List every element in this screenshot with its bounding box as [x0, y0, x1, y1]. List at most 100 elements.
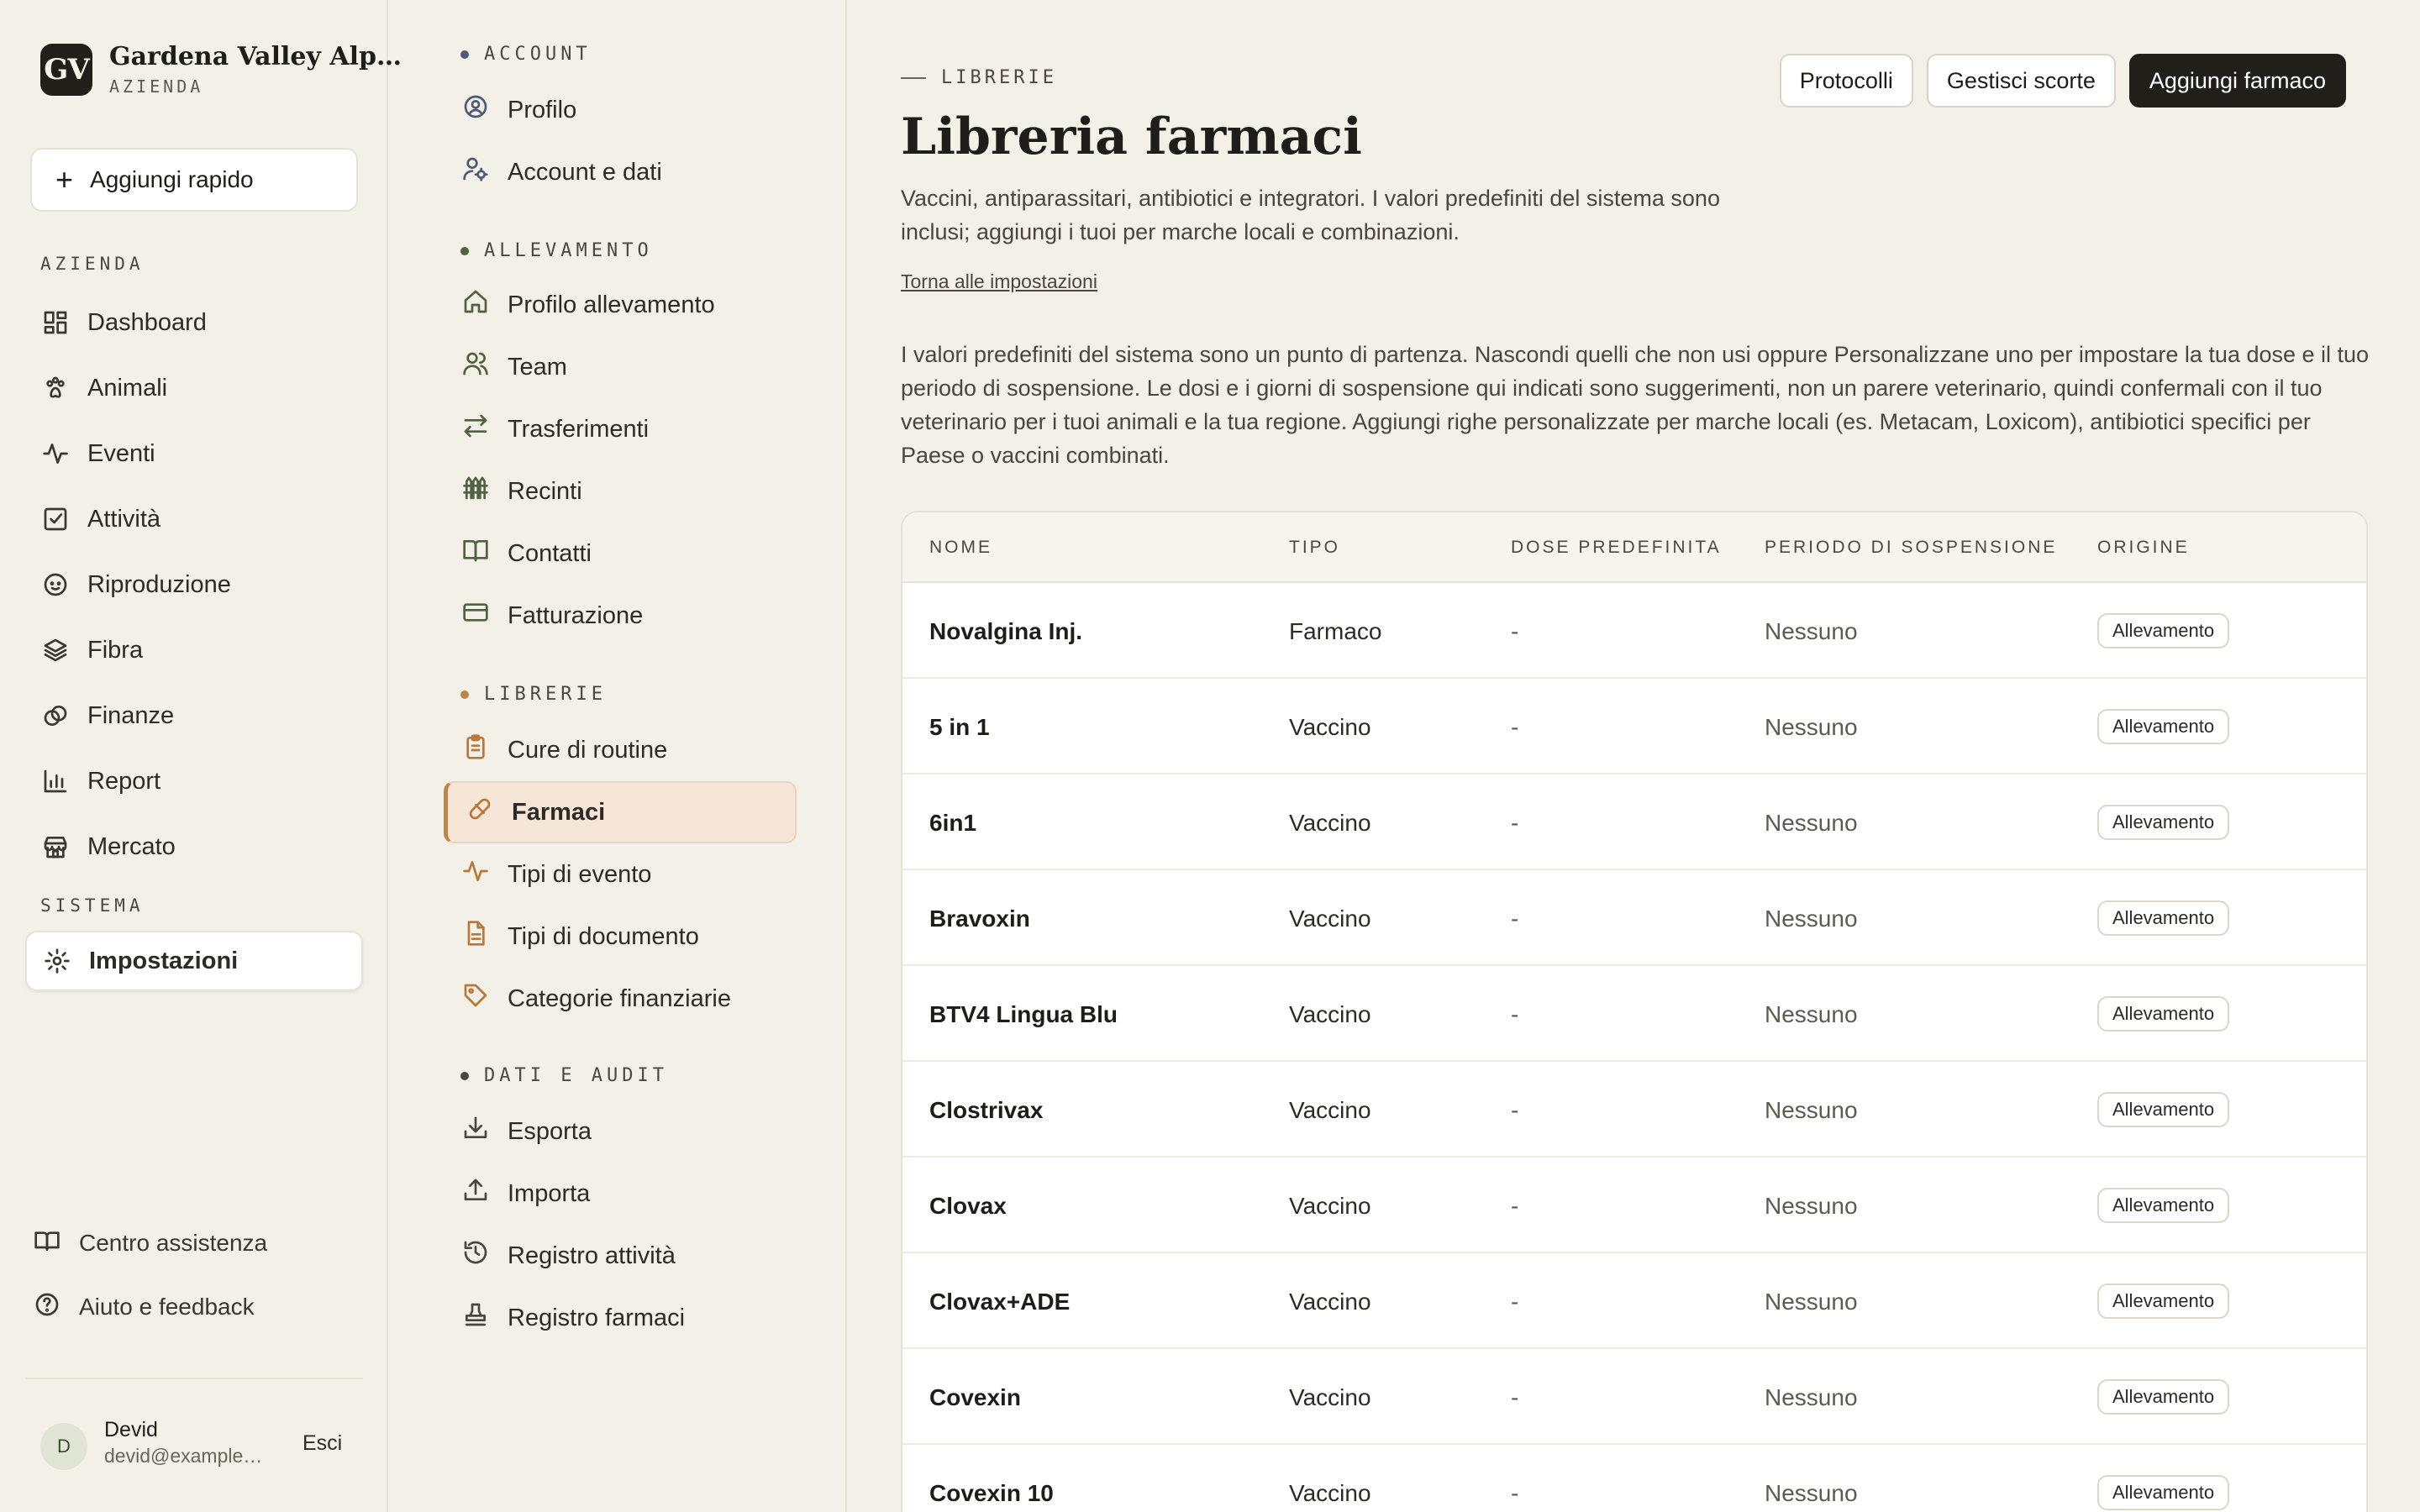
sidebar-item-impostazioni[interactable]: Impostazioni — [25, 931, 363, 991]
add-drug-button[interactable]: Aggiungi farmaco — [2128, 54, 2346, 108]
submenu-item-importa[interactable]: Importa — [444, 1163, 797, 1225]
submenu-item-profilo-allevamento[interactable]: Profilo allevamento — [444, 274, 797, 336]
table-row[interactable]: Novalgina Inj. Farmaco - Nessuno Allevamento — [902, 583, 2366, 679]
submenu-item-tipi-evento[interactable]: Tipi di evento — [444, 843, 797, 906]
origin-badge: Allevamento — [2097, 1284, 2230, 1319]
sidebar-item-eventi[interactable]: Eventi — [25, 423, 363, 484]
table-row[interactable]: 5 in 1 Vaccino - Nessuno Allevamento — [902, 679, 2366, 774]
bar-chart-icon — [42, 768, 69, 795]
sidebar-item-label: Attività — [87, 505, 161, 533]
origin-badge: Allevamento — [2097, 900, 2230, 936]
user-circle-icon — [462, 93, 489, 127]
submenu-item-profilo[interactable]: Profilo — [444, 79, 797, 141]
submenu-section-dati: DATI E AUDIT — [460, 1065, 668, 1086]
table-header: NOME TIPO DOSE PREDEFINITA PERIODO DI SO… — [902, 512, 2366, 583]
page-title: Libreria farmaci — [901, 108, 1362, 166]
table-row[interactable]: Bravoxin Vaccino - Nessuno Allevamento — [902, 870, 2366, 966]
sidebar-item-fibra[interactable]: Fibra — [25, 620, 363, 680]
submenu-item-categorie-finanziarie[interactable]: Categorie finanziarie — [444, 968, 797, 1030]
table-row[interactable]: Covexin 10 Vaccino - Nessuno Allevamento — [902, 1445, 2366, 1512]
dash-divider — [901, 76, 926, 79]
help-icon — [34, 1291, 60, 1324]
submenu-item-cure-routine[interactable]: Cure di routine — [444, 719, 797, 781]
table-row[interactable]: Clovax+ADE Vaccino - Nessuno Allevamento — [902, 1253, 2366, 1349]
quick-add-label: Aggiungi rapido — [90, 166, 254, 192]
sidebar-item-label: Riproduzione — [87, 570, 231, 598]
submenu-item-registro-attivita[interactable]: Registro attività — [444, 1225, 797, 1287]
column-header-type[interactable]: TIPO — [1289, 538, 1340, 558]
cell-dose: - — [1511, 1193, 1519, 1219]
cell-type: Vaccino — [1289, 1384, 1371, 1410]
submenu-item-label: Importa — [508, 1179, 591, 1207]
sidebar-item-label: Report — [87, 767, 161, 795]
section-label: ALLEVAMENTO — [484, 240, 653, 261]
submenu-item-trasferimenti[interactable]: Trasferimenti — [444, 398, 797, 460]
cell-name: Novalgina Inj. — [929, 618, 1083, 644]
checkbox-icon — [42, 506, 69, 533]
sidebar-item-animali[interactable]: Animali — [25, 358, 363, 418]
submenu-item-fatturazione[interactable]: Fatturazione — [444, 585, 797, 647]
cell-type: Vaccino — [1289, 1193, 1371, 1219]
submenu-item-contatti[interactable]: Contatti — [444, 522, 797, 585]
submenu-item-label: Cure di routine — [508, 736, 668, 764]
sidebar-item-dashboard[interactable]: Dashboard — [25, 292, 363, 353]
submenu-item-label: Profilo allevamento — [508, 291, 715, 318]
submenu-item-team[interactable]: Team — [444, 336, 797, 398]
table-row[interactable]: Clostrivax Vaccino - Nessuno Allevamento — [902, 1062, 2366, 1158]
column-header-origin[interactable]: ORIGINE — [2097, 538, 2190, 558]
section-dot — [460, 690, 469, 699]
table-row[interactable]: BTV4 Lingua Blu Vaccino - Nessuno Allevament… — [902, 966, 2366, 1062]
table-row[interactable]: Covexin Vaccino - Nessuno Allevamento — [902, 1349, 2366, 1445]
submenu-item-tipi-documento[interactable]: Tipi di documento — [444, 906, 797, 968]
section-label-sistema: SISTEMA — [40, 895, 145, 916]
feedback-link[interactable]: Aiuto e feedback — [34, 1280, 255, 1334]
tag-icon — [462, 982, 489, 1016]
submenu-item-farmaci[interactable]: Farmaci — [444, 781, 797, 843]
sidebar-item-finanze[interactable]: Finanze — [25, 685, 363, 746]
cell-type: Vaccino — [1289, 810, 1371, 836]
sidebar-item-mercato[interactable]: Mercato — [25, 816, 363, 877]
back-to-settings-link[interactable]: Torna alle impostazioni — [901, 270, 1097, 293]
brand[interactable]: GV Gardena Valley Alp… AZIENDA — [40, 42, 402, 97]
cell-type: Vaccino — [1289, 1001, 1371, 1027]
quick-add-button[interactable]: + Aggiungi rapido — [30, 148, 358, 212]
cell-dose: - — [1511, 1384, 1519, 1410]
stamp-icon — [462, 1301, 489, 1335]
origin-badge: Allevamento — [2097, 1379, 2230, 1415]
column-header-dose[interactable]: DOSE PREDEFINITA — [1511, 538, 1722, 558]
origin-badge: Allevamento — [2097, 709, 2230, 744]
help-center-link[interactable]: Centro assistenza — [34, 1216, 267, 1270]
cell-dose: - — [1511, 1097, 1519, 1123]
cell-name: 5 in 1 — [929, 714, 990, 740]
baby-icon — [42, 571, 69, 598]
layers-icon — [42, 637, 69, 664]
cell-withdrawal: Nessuno — [1765, 1001, 1858, 1027]
submenu-item-account-dati[interactable]: Account e dati — [444, 141, 797, 203]
cell-withdrawal: Nessuno — [1765, 714, 1858, 740]
logout-button[interactable]: Esci — [302, 1431, 342, 1456]
cell-type: Vaccino — [1289, 1097, 1371, 1123]
submenu-item-registro-farmaci[interactable]: Registro farmaci — [444, 1287, 797, 1349]
table-row[interactable]: 6in1 Vaccino - Nessuno Allevamento — [902, 774, 2366, 870]
avatar[interactable]: D — [40, 1423, 87, 1470]
sidebar-item-label: Fibra — [87, 636, 144, 664]
column-header-withdrawal[interactable]: PERIODO DI SOSPENSIONE — [1765, 538, 2057, 558]
credit-card-icon — [462, 599, 489, 633]
submenu-item-label: Contatti — [508, 539, 592, 567]
sidebar-item-report[interactable]: Report — [25, 751, 363, 811]
submenu-item-esporta[interactable]: Esporta — [444, 1100, 797, 1163]
protocols-button[interactable]: Protocolli — [1779, 54, 1913, 108]
sidebar-item-riproduzione[interactable]: Riproduzione — [25, 554, 363, 615]
submenu-item-label: Account e dati — [508, 158, 662, 186]
manage-stock-button[interactable]: Gestisci scorte — [1926, 54, 2116, 108]
sidebar-item-attivita[interactable]: Attività — [25, 489, 363, 549]
column-header-name[interactable]: NOME — [929, 538, 992, 558]
submenu-item-recinti[interactable]: Recinti — [444, 460, 797, 522]
submenu-item-label: Esporta — [508, 1117, 592, 1145]
submenu-section-account: ACCOUNT — [460, 44, 592, 65]
table-row[interactable]: Clovax Vaccino - Nessuno Allevamento — [902, 1158, 2366, 1253]
submenu-item-label: Fatturazione — [508, 601, 644, 629]
cell-withdrawal: Nessuno — [1765, 1193, 1858, 1219]
cell-name: Bravoxin — [929, 906, 1030, 932]
sidebar-item-label: Impostazioni — [89, 947, 239, 974]
